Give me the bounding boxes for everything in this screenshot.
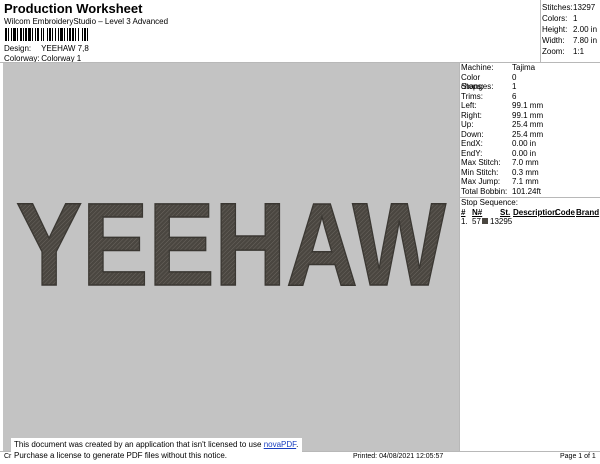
page-number: Page 1 of 1 [560, 453, 596, 460]
info-value: 7.1 mm [512, 177, 539, 186]
stat-label: Colors: [542, 14, 568, 23]
machine-info-row: Min Stitch: 0.3 mm [461, 168, 600, 178]
app-subtitle: Wilcom EmbroideryStudio – Level 3 Advanc… [4, 17, 169, 26]
info-label: Machine: [461, 63, 494, 72]
info-value: 25.4 mm [512, 129, 544, 139]
row-stitches: 13295 [490, 217, 513, 226]
col-brand: Brand [576, 208, 600, 217]
info-label: Min Stitch: [461, 167, 499, 177]
info-label: Stops: [461, 82, 484, 91]
machine-info-row: Down: 25.4 mm [461, 130, 600, 140]
info-value: 7.0 mm [512, 158, 539, 167]
machine-info-row: Color changes: 0 [461, 72, 600, 92]
stat-label: Stitches: [542, 3, 573, 12]
design-label: Design: [4, 44, 32, 53]
col-code: Code [555, 208, 575, 217]
stat-stitches: Stitches: 13297 [542, 2, 597, 13]
info-label: Down: [461, 129, 484, 139]
novapdf-link[interactable]: novaPDF [264, 440, 296, 449]
info-value: 1 [512, 82, 517, 91]
stat-value: 2.00 in [573, 25, 598, 34]
stat-height: Height: 2.00 in [542, 24, 597, 35]
machine-info-row: Max Jump: 7.1 mm [461, 177, 600, 187]
info-value: 0.3 mm [512, 167, 539, 177]
machine-info-row: Machine: Tajima [461, 63, 600, 73]
barcode [5, 28, 145, 41]
info-label: Max Stitch: [461, 158, 501, 167]
stat-label: Height: [542, 25, 568, 34]
info-label: Left: [461, 101, 477, 110]
col-stitches: St. [500, 208, 511, 217]
info-value: 0.00 in [512, 139, 537, 148]
design-preview: YEEHAW [3, 63, 460, 451]
notice-text: This document was created by an applicat… [14, 440, 262, 449]
info-value: 99.1 mm [512, 110, 544, 120]
col-index: # [461, 208, 466, 217]
printed-date: Printed: 04/08/2021 12:05:57 [353, 453, 444, 460]
machine-info-row: Right: 99.1 mm [461, 111, 600, 121]
footer-left-text: Cr [4, 453, 12, 460]
stats-block: Stitches: 13297 Colors: 1 Height: 2.00 in W… [542, 2, 597, 57]
row-index: 1. [461, 217, 468, 226]
barcode-bar [87, 28, 88, 41]
notice-period: . [296, 440, 299, 449]
stat-label: Zoom: [542, 47, 565, 56]
stat-label: Width: [542, 36, 565, 45]
info-value: 0 [512, 72, 517, 82]
info-label: EndY: [461, 148, 483, 158]
machine-info-panel: Machine: Tajima Color changes: 0 Stops: 1 Trim… [461, 63, 600, 196]
design-row: Design: YEEHAW 7,8 [4, 44, 89, 53]
info-label: Up: [461, 120, 474, 129]
info-label: Total Bobbin: [461, 186, 508, 196]
machine-info-row: Up: 25.4 mm [461, 120, 600, 130]
stat-zoom: Zoom: 1:1 [542, 46, 597, 57]
stat-value: 1:1 [573, 47, 585, 56]
page-title: Production Worksheet [4, 1, 143, 16]
info-value: 0.00 in [512, 148, 537, 158]
info-value: Tajima [512, 63, 536, 72]
stat-value: 13297 [573, 3, 596, 12]
info-label: Color changes: [461, 72, 494, 92]
design-value: YEEHAW 7,8 [41, 44, 89, 53]
notice-line-2: Purchase a license to generate PDF files… [14, 451, 227, 460]
embroidery-design: YEEHAW [15, 185, 447, 297]
machine-info-row: Trims: 6 [461, 92, 600, 102]
info-value: 99.1 mm [512, 101, 544, 110]
machine-info-row: Stops: 1 [461, 82, 600, 92]
stat-value: 1 [573, 14, 578, 23]
info-label: Max Jump: [461, 177, 501, 186]
row-needle: 57 [472, 217, 481, 226]
machine-info-row: EndX: 0.00 in [461, 139, 600, 149]
machine-info-row: Left: 99.1 mm [461, 101, 600, 111]
design-lettering: YEEHAW [16, 185, 447, 297]
stat-width: Width: 7.80 in [542, 35, 597, 46]
machine-info-row: Max Stitch: 7.0 mm [461, 158, 600, 168]
machine-info-row: EndY: 0.00 in [461, 149, 600, 159]
machine-info-row: Total Bobbin: 101.24ft [461, 187, 600, 197]
col-description: Description [513, 208, 558, 217]
color-swatch [482, 218, 488, 224]
info-value: 6 [512, 91, 517, 101]
info-value: 25.4 mm [512, 120, 544, 129]
license-notice: This document was created by an applicat… [11, 438, 303, 462]
stat-value: 7.80 in [573, 36, 598, 45]
info-label: Trims: [461, 91, 483, 101]
divider [540, 0, 541, 62]
stat-colors: Colors: 1 [542, 13, 597, 24]
info-value: 101.24ft [512, 186, 541, 196]
info-label: Right: [461, 110, 482, 120]
col-needle: N# [472, 208, 483, 217]
stop-sequence-title: Stop Sequence: [461, 198, 518, 207]
info-label: EndX: [461, 139, 483, 148]
